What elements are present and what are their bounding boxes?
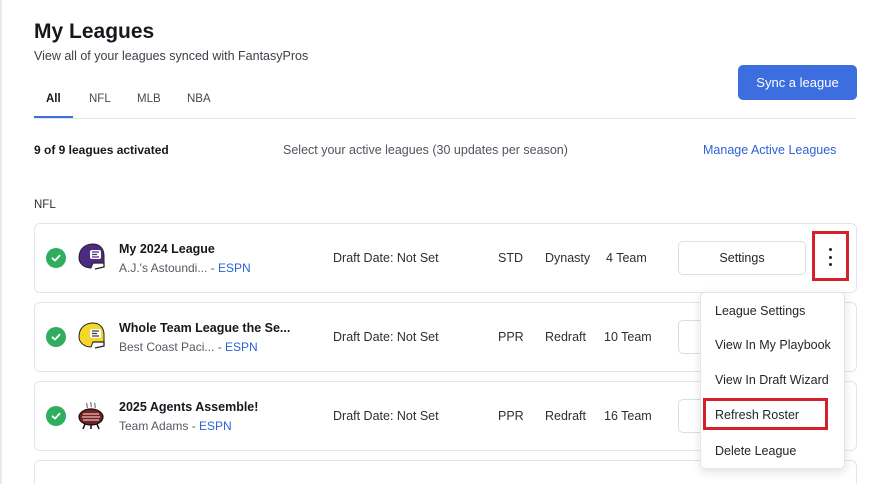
page-title: My Leagues — [34, 20, 155, 43]
team-name: Team Adams - ESPN — [119, 419, 232, 433]
menu-item-league-settings[interactable]: League Settings — [715, 304, 805, 318]
tab-nfl[interactable]: NFL — [89, 93, 111, 105]
platform-label: ESPN — [225, 340, 258, 354]
leagues-activated-count: 9 of 9 leagues activated — [34, 143, 169, 157]
manage-active-leagues-link[interactable]: Manage Active Leagues — [703, 143, 836, 157]
menu-item-view-in-draft-wizard[interactable]: View In Draft Wizard — [715, 373, 829, 387]
football-grill-icon — [75, 399, 107, 431]
tab-nba[interactable]: NBA — [187, 93, 211, 105]
purple-helmet-icon — [75, 241, 107, 273]
league-format: Dynasty — [545, 251, 591, 265]
tab-bar: All NFL MLB NBA — [34, 88, 856, 119]
tab-mlb[interactable]: MLB — [137, 93, 161, 105]
team-count: 4 Team — [606, 251, 647, 265]
draft-date: Draft Date: Not Set — [333, 409, 439, 423]
league-format: Redraft — [545, 330, 586, 344]
scoring-type: STD — [498, 251, 523, 265]
team-name: A.J.'s Astoundi... - ESPN — [119, 261, 251, 275]
league-format: Redraft — [545, 409, 586, 423]
league-name[interactable]: 2025 Agents Assemble! — [119, 400, 258, 414]
platform-label: ESPN — [218, 261, 251, 275]
check-icon — [46, 248, 66, 268]
tab-all[interactable]: All — [46, 93, 61, 105]
draft-date: Draft Date: Not Set — [333, 330, 439, 344]
settings-button[interactable]: Settings — [678, 241, 806, 275]
league-options-menu: League Settings View In My Playbook View… — [700, 292, 845, 469]
draft-date: Draft Date: Not Set — [333, 251, 439, 265]
left-border — [0, 0, 2, 484]
team-name: Best Coast Paci... - ESPN — [119, 340, 258, 354]
more-options-icon[interactable] — [823, 248, 837, 266]
active-leagues-hint: Select your active leagues (30 updates p… — [283, 143, 568, 157]
team-count: 16 Team — [604, 409, 652, 423]
league-name[interactable]: Whole Team League the Se... — [119, 321, 290, 335]
menu-item-view-in-my-playbook[interactable]: View In My Playbook — [715, 338, 831, 352]
team-count: 10 Team — [604, 330, 652, 344]
scoring-type: PPR — [498, 330, 524, 344]
check-icon — [46, 327, 66, 347]
menu-item-delete-league[interactable]: Delete League — [715, 444, 796, 458]
platform-label: ESPN — [199, 419, 232, 433]
check-icon — [46, 406, 66, 426]
active-tab-indicator — [34, 116, 73, 118]
refresh-roster-highlight-box — [703, 398, 828, 430]
scoring-type: PPR — [498, 409, 524, 423]
league-name[interactable]: My 2024 League — [119, 242, 215, 256]
page-subtitle: View all of your leagues synced with Fan… — [34, 49, 309, 63]
league-card[interactable]: My 2024 League A.J.'s Astoundi... - ESPN… — [34, 223, 857, 293]
yellow-helmet-icon — [75, 320, 107, 352]
section-label-nfl: NFL — [34, 199, 56, 211]
